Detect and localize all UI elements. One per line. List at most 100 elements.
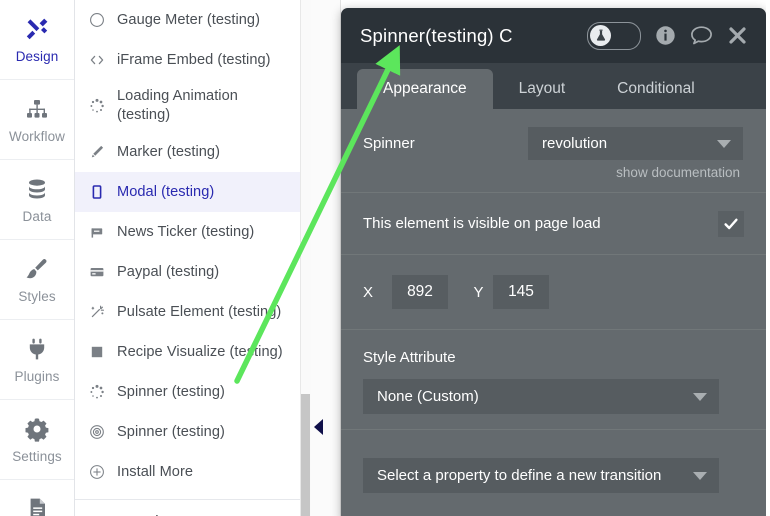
tab-label: Conditional (617, 80, 695, 97)
tab-conditional[interactable]: Conditional (591, 69, 721, 109)
square-icon (89, 344, 105, 360)
nav-item-data[interactable]: Data (0, 160, 74, 240)
tab-appearance[interactable]: Appearance (357, 69, 493, 109)
spinner-icon (89, 384, 105, 400)
palette-item-paypal[interactable]: Paypal (testing) (75, 252, 311, 292)
palette-item-iframe-embed[interactable]: iFrame Embed (testing) (75, 40, 311, 80)
y-input[interactable]: 145 (493, 275, 549, 309)
nav-item-styles[interactable]: Styles (0, 240, 74, 320)
design-icon (24, 16, 50, 42)
show-documentation-link[interactable]: show documentation (363, 160, 744, 180)
tab-label: Layout (518, 80, 566, 97)
chevron-down-icon (693, 392, 707, 401)
property-editor-body: Spinner revolution show documentation Th… (341, 109, 766, 516)
transition-select-value: Select a property to define a new transi… (377, 467, 662, 484)
sparkle-wand-icon (89, 304, 105, 320)
palette-label: Marker (testing) (117, 143, 220, 160)
visibility-row: This element is visible on page load (363, 210, 744, 237)
primary-nav-rail: Design Workflow Data Styles Plugins Sett… (0, 0, 75, 516)
property-editor-title: Spinner(testing) C (360, 24, 513, 46)
spinner-icon (89, 98, 105, 114)
spinner-select-value: revolution (542, 135, 608, 152)
style-attribute-select[interactable]: None (Custom) (363, 379, 719, 414)
element-property-editor: Spinner(testing) C Appearance Layout Con… (341, 8, 766, 516)
position-row: X 892 Y 145 (363, 275, 549, 309)
palette-item-loading-animation[interactable]: Loading Animation (testing) (75, 80, 311, 132)
nav-label-design: Design (15, 48, 59, 64)
nav-label-data: Data (22, 208, 52, 224)
document-icon (24, 496, 50, 516)
circle-icon (89, 12, 105, 28)
property-editor-tabs: Appearance Layout Conditional (341, 63, 766, 109)
element-palette-list: Gauge Meter (testing) iFrame Embed (test… (75, 0, 311, 516)
database-icon (24, 176, 50, 202)
plus-circle-icon (89, 464, 105, 480)
right-gutter (766, 0, 770, 516)
nav-item-design[interactable]: Design (0, 0, 74, 80)
style-attribute-section: Style Attribute None (Custom) (341, 330, 766, 430)
palette-item-recipe-visualize[interactable]: Recipe Visualize (testing) (75, 332, 311, 372)
nav-item-workflow[interactable]: Workflow (0, 80, 74, 160)
palette-label: iFrame Embed (testing) (117, 51, 271, 68)
tab-layout[interactable]: Layout (493, 69, 592, 109)
palette-item-spinner-2[interactable]: Spinner (testing) (75, 412, 311, 452)
visibility-label: This element is visible on page load (363, 215, 601, 232)
flag-icon (89, 224, 105, 240)
palette-item-news-ticker[interactable]: News Ticker (testing) (75, 212, 311, 252)
spinner-row: Spinner revolution (363, 127, 744, 160)
spinner-section: Spinner revolution show documentation (341, 109, 766, 193)
position-section: X 892 Y 145 (341, 255, 766, 330)
x-label: X (363, 283, 374, 301)
chevron-down-icon (693, 471, 707, 480)
nav-item-logs[interactable]: Logs (0, 480, 74, 516)
palette-label: News Ticker (testing) (117, 223, 255, 240)
y-label: Y (473, 283, 484, 301)
x-input[interactable]: 892 (392, 275, 448, 309)
visibility-checkbox[interactable] (718, 210, 744, 237)
spinner-select[interactable]: revolution (528, 127, 743, 160)
palette-label: Pulsate Element (testing) (117, 303, 282, 320)
debug-mode-toggle[interactable] (587, 21, 641, 50)
nav-label-settings: Settings (12, 448, 62, 464)
chevron-down-icon (717, 139, 731, 148)
element-list-scrollbar-thumb[interactable] (301, 394, 310, 516)
nav-item-plugins[interactable]: Plugins (0, 320, 74, 400)
modal-icon (89, 184, 105, 200)
pencil-icon (89, 144, 105, 160)
property-editor-header-tools (587, 21, 748, 50)
palette-label: Spinner (testing) (117, 383, 225, 400)
palette-item-modal[interactable]: Modal (testing) (75, 172, 311, 212)
workflow-icon (24, 96, 50, 122)
property-editor-header: Spinner(testing) C (341, 8, 766, 63)
palette-group-label: Containers (115, 512, 188, 516)
info-icon[interactable] (655, 25, 676, 46)
palette-label: Modal (testing) (117, 183, 215, 200)
palette-label: Spinner (testing) (117, 423, 225, 440)
brush-icon (24, 256, 50, 282)
style-attribute-value: None (Custom) (377, 388, 479, 405)
palette-item-marker[interactable]: Marker (testing) (75, 132, 311, 172)
palette-item-pulsate-element[interactable]: Pulsate Element (testing) (75, 292, 311, 332)
collapse-panel-arrow-icon[interactable] (314, 419, 323, 435)
bubble-editor-screen: Design Workflow Data Styles Plugins Sett… (0, 0, 770, 516)
element-palette-panel: Gauge Meter (testing) iFrame Embed (test… (75, 0, 311, 516)
palette-label: Loading Animation (testing) (117, 88, 238, 123)
nav-label-workflow: Workflow (8, 128, 66, 144)
transition-select[interactable]: Select a property to define a new transi… (363, 458, 719, 493)
comment-icon[interactable] (690, 25, 713, 46)
palette-item-install-more[interactable]: Install More (75, 452, 311, 492)
palette-divider (75, 499, 311, 500)
palette-label: Paypal (testing) (117, 263, 220, 280)
palette-item-spinner-1[interactable]: Spinner (testing) (75, 372, 311, 412)
flask-icon (590, 24, 611, 46)
close-icon[interactable] (727, 25, 748, 46)
nav-item-settings[interactable]: Settings (0, 400, 74, 480)
nav-label-plugins: Plugins (14, 368, 60, 384)
code-brackets-icon (89, 52, 105, 68)
palette-item-gauge-meter[interactable]: Gauge Meter (testing) (75, 0, 311, 40)
nav-label-styles: Styles (18, 288, 56, 304)
palette-group-containers[interactable]: Containers (75, 502, 311, 516)
transition-section: Select a property to define a new transi… (341, 430, 766, 493)
palette-label: Gauge Meter (testing) (117, 11, 260, 28)
gear-icon (24, 416, 50, 442)
